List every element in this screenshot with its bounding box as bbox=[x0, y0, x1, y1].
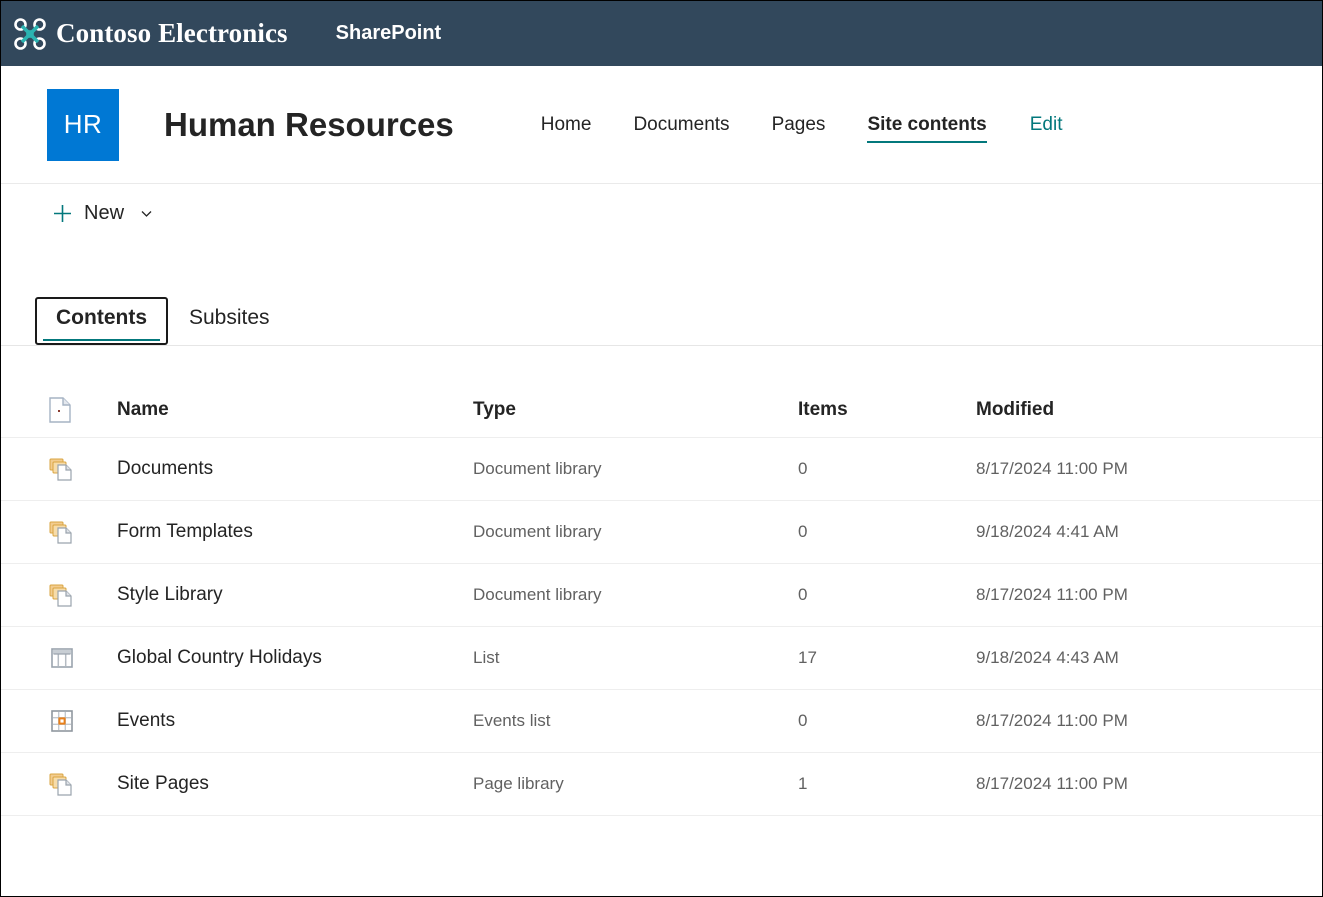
row-items: 0 bbox=[798, 459, 976, 479]
row-type: Page library bbox=[473, 774, 798, 794]
table-header-row: Name Type Items Modified bbox=[1, 382, 1322, 438]
drone-logo-icon bbox=[13, 17, 47, 51]
row-name-link[interactable]: Site Pages bbox=[117, 773, 473, 795]
column-header-modified[interactable]: Modified bbox=[976, 399, 1310, 421]
plus-icon bbox=[53, 204, 72, 223]
row-name-link[interactable]: Events bbox=[117, 710, 473, 732]
chevron-down-icon bbox=[140, 207, 153, 220]
row-type: Document library bbox=[473, 459, 798, 479]
row-items: 0 bbox=[798, 585, 976, 605]
site-header: HR Human Resources Home Documents Pages … bbox=[1, 66, 1322, 184]
row-type: Events list bbox=[473, 711, 798, 731]
row-modified: 8/17/2024 11:00 PM bbox=[976, 711, 1310, 731]
command-bar: New bbox=[1, 184, 1322, 242]
document-library-icon bbox=[49, 519, 117, 545]
content-tabs: Contents Subsites bbox=[1, 284, 1322, 346]
row-modified: 8/17/2024 11:00 PM bbox=[976, 774, 1310, 794]
row-items: 17 bbox=[798, 648, 976, 668]
table-row[interactable]: Form Templates Document library 0 9/18/2… bbox=[1, 501, 1322, 564]
brand-area[interactable]: Contoso Electronics bbox=[13, 17, 288, 51]
nav-item-pages[interactable]: Pages bbox=[751, 103, 847, 147]
nav-item-site-contents[interactable]: Site contents bbox=[846, 103, 1007, 147]
row-name-link[interactable]: Global Country Holidays bbox=[117, 647, 473, 669]
table-row[interactable]: Site Pages Page library 1 8/17/2024 11:0… bbox=[1, 753, 1322, 816]
row-items: 1 bbox=[798, 774, 976, 794]
row-type: Document library bbox=[473, 522, 798, 542]
document-library-icon bbox=[49, 771, 117, 797]
column-header-type[interactable]: Type bbox=[473, 399, 798, 421]
site-title[interactable]: Human Resources bbox=[164, 106, 454, 144]
site-logo-tile[interactable]: HR bbox=[47, 89, 119, 161]
tab-contents[interactable]: Contents bbox=[35, 297, 168, 345]
suite-app-name[interactable]: SharePoint bbox=[336, 22, 442, 45]
table-row[interactable]: Style Library Document library 0 8/17/20… bbox=[1, 564, 1322, 627]
table-row[interactable]: Documents Document library 0 8/17/2024 1… bbox=[1, 438, 1322, 501]
nav-item-home[interactable]: Home bbox=[520, 103, 613, 147]
site-contents-table: Name Type Items Modified Documents Docum… bbox=[1, 382, 1322, 816]
document-library-icon bbox=[49, 582, 117, 608]
row-modified: 9/18/2024 4:43 AM bbox=[976, 648, 1310, 668]
row-items: 0 bbox=[798, 711, 976, 731]
brand-name: Contoso Electronics bbox=[56, 18, 288, 49]
row-items: 0 bbox=[798, 522, 976, 542]
row-type: Document library bbox=[473, 585, 798, 605]
suite-bar: Contoso Electronics SharePoint bbox=[1, 1, 1322, 66]
row-type: List bbox=[473, 648, 798, 668]
column-header-items[interactable]: Items bbox=[798, 399, 976, 421]
row-name-link[interactable]: Style Library bbox=[117, 584, 473, 606]
edit-navigation-link[interactable]: Edit bbox=[1030, 114, 1063, 136]
table-row[interactable]: Events Events list 0 8/17/2024 11:00 PM bbox=[1, 690, 1322, 753]
column-header-icon[interactable] bbox=[49, 397, 117, 423]
row-name-link[interactable]: Documents bbox=[117, 458, 473, 480]
row-modified: 9/18/2024 4:41 AM bbox=[976, 522, 1310, 542]
document-library-icon bbox=[49, 456, 117, 482]
nav-item-documents[interactable]: Documents bbox=[612, 103, 750, 147]
row-name-link[interactable]: Form Templates bbox=[117, 521, 473, 543]
row-modified: 8/17/2024 11:00 PM bbox=[976, 585, 1310, 605]
row-modified: 8/17/2024 11:00 PM bbox=[976, 459, 1310, 479]
tab-subsites[interactable]: Subsites bbox=[168, 297, 291, 345]
sharepoint-site-contents-page: Contoso Electronics SharePoint HR Human … bbox=[0, 0, 1323, 897]
events-list-icon bbox=[49, 708, 117, 734]
site-navigation: Home Documents Pages Site contents Edit bbox=[520, 103, 1063, 147]
column-header-name[interactable]: Name bbox=[117, 399, 473, 421]
table-row[interactable]: Global Country Holidays List 17 9/18/202… bbox=[1, 627, 1322, 690]
new-button-label: New bbox=[84, 202, 124, 225]
list-icon bbox=[49, 645, 117, 671]
new-button[interactable]: New bbox=[47, 196, 159, 231]
